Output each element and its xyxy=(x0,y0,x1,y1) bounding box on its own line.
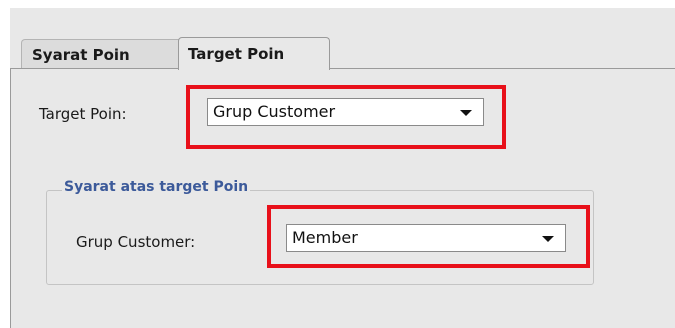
tab-target-poin[interactable]: Target Poin xyxy=(178,37,330,70)
panel-left-border xyxy=(10,68,11,328)
grup-customer-selected-value: Member xyxy=(292,228,358,247)
target-poin-label: Target Poin: xyxy=(39,105,127,123)
grup-customer-select[interactable]: Member xyxy=(286,224,566,252)
chevron-down-icon[interactable] xyxy=(460,110,472,116)
active-tab-gap xyxy=(179,68,329,70)
tab-syarat-poin[interactable]: Syarat Poin xyxy=(21,39,179,69)
target-poin-select[interactable]: Grup Customer xyxy=(207,98,484,126)
chevron-down-icon[interactable] xyxy=(542,236,554,242)
target-poin-selected-value: Grup Customer xyxy=(213,102,336,121)
grup-customer-label: Grup Customer: xyxy=(76,233,196,251)
poin-settings-window: Syarat Poin Target Poin Target Poin: Gru… xyxy=(10,8,675,328)
tab-bar: Syarat Poin Target Poin xyxy=(10,8,675,70)
tab-bar-divider xyxy=(10,68,675,69)
syarat-group-legend: Syarat atas target Poin xyxy=(62,179,251,195)
